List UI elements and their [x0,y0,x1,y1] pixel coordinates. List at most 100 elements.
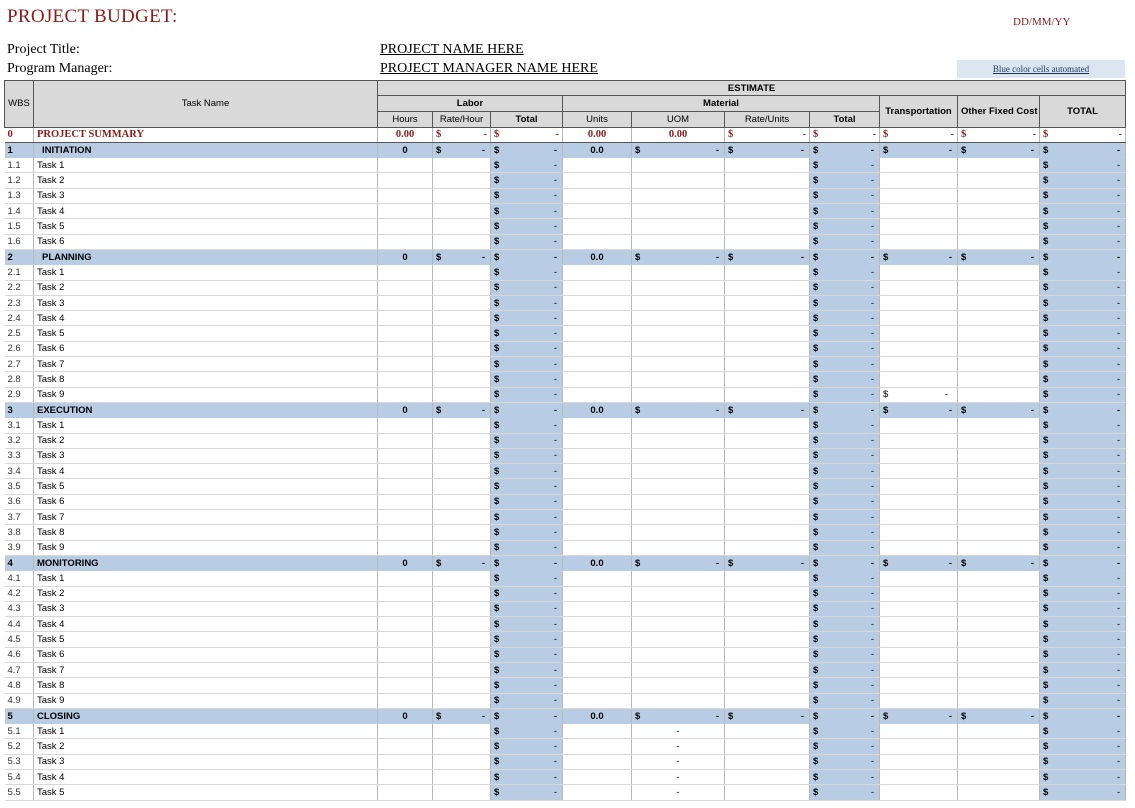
task-other-fixed[interactable] [957,693,1040,709]
task-name[interactable]: Task 8 [33,677,378,694]
task-units[interactable] [562,693,632,709]
task-uom[interactable]: - [631,769,725,786]
task-uom[interactable] [631,157,725,174]
task-rate-hour[interactable] [432,417,491,434]
task-hours[interactable] [377,203,433,220]
task-other-fixed[interactable] [957,295,1040,312]
task-rate-hour[interactable] [432,586,491,602]
task-hours[interactable] [377,188,433,205]
task-transportation[interactable] [879,784,958,801]
task-hours[interactable] [377,218,433,235]
task-units[interactable] [562,463,632,480]
task-rate-units[interactable] [724,203,810,220]
task-other-fixed[interactable] [957,540,1040,556]
task-rate-hour[interactable] [432,693,491,709]
task-transportation[interactable] [879,463,958,480]
task-hours[interactable] [377,371,433,388]
task-name[interactable]: Task 4 [33,310,378,327]
task-rate-units[interactable] [724,417,810,434]
task-units[interactable] [562,677,632,694]
task-rate-units[interactable] [724,509,810,526]
task-units[interactable] [562,172,632,189]
task-units[interactable] [562,157,632,174]
task-name[interactable]: Task 9 [33,387,378,403]
task-uom[interactable] [631,463,725,480]
task-transportation[interactable] [879,188,958,205]
task-name[interactable]: Task 1 [33,417,378,434]
task-hours[interactable] [377,784,433,801]
task-rate-hour[interactable] [432,264,491,281]
task-other-fixed[interactable] [957,172,1040,189]
task-name[interactable]: Task 4 [33,463,378,480]
task-hours[interactable] [377,157,433,174]
task-name[interactable]: Task 4 [33,203,378,220]
task-uom[interactable] [631,203,725,220]
task-transportation[interactable] [879,157,958,174]
task-name[interactable]: Task 1 [33,264,378,281]
task-rate-units[interactable] [724,616,810,633]
task-hours[interactable] [377,172,433,189]
task-hours[interactable] [377,662,433,679]
task-hours[interactable] [377,325,433,342]
task-other-fixed[interactable] [957,188,1040,205]
task-uom[interactable] [631,647,725,663]
task-uom[interactable] [631,677,725,694]
task-rate-hour[interactable] [432,433,491,449]
task-transportation[interactable] [879,570,958,587]
task-uom[interactable] [631,341,725,358]
task-rate-hour[interactable] [432,387,491,403]
task-units[interactable] [562,188,632,205]
task-units[interactable] [562,295,632,312]
task-other-fixed[interactable] [957,310,1040,327]
task-transportation[interactable] [879,417,958,434]
task-other-fixed[interactable] [957,524,1040,541]
task-hours[interactable] [377,570,433,587]
task-transportation[interactable] [879,586,958,602]
task-units[interactable] [562,524,632,541]
task-hours[interactable] [377,295,433,312]
task-name[interactable]: Task 5 [33,631,378,648]
task-other-fixed[interactable] [957,662,1040,679]
task-other-fixed[interactable] [957,371,1040,388]
task-transportation[interactable] [879,218,958,235]
task-rate-hour[interactable] [432,769,491,786]
task-transportation[interactable] [879,433,958,449]
task-units[interactable] [562,325,632,342]
task-rate-hour[interactable] [432,631,491,648]
task-rate-units[interactable] [724,570,810,587]
task-uom[interactable] [631,601,725,618]
task-uom[interactable] [631,387,725,403]
task-units[interactable] [562,218,632,235]
task-name[interactable]: Task 1 [33,723,378,740]
task-uom[interactable] [631,662,725,679]
task-transportation[interactable] [879,264,958,281]
task-transportation[interactable] [879,723,958,740]
task-transportation[interactable] [879,371,958,388]
task-rate-units[interactable] [724,172,810,189]
task-hours[interactable] [377,631,433,648]
task-transportation[interactable]: $ - [879,387,958,403]
task-transportation[interactable] [879,295,958,312]
task-rate-hour[interactable] [432,188,491,205]
task-name[interactable]: Task 5 [33,325,378,342]
task-uom[interactable] [631,172,725,189]
task-rate-units[interactable] [724,188,810,205]
task-uom[interactable] [631,417,725,434]
task-transportation[interactable] [879,478,958,495]
task-rate-hour[interactable] [432,677,491,694]
task-uom[interactable]: - [631,723,725,740]
task-uom[interactable]: - [631,754,725,771]
task-other-fixed[interactable] [957,218,1040,235]
task-transportation[interactable] [879,662,958,679]
task-name[interactable]: Task 3 [33,448,378,465]
task-rate-hour[interactable] [432,295,491,312]
task-name[interactable]: Task 1 [33,157,378,174]
task-units[interactable] [562,616,632,633]
task-rate-units[interactable] [724,494,810,511]
task-rate-units[interactable] [724,478,810,495]
task-units[interactable] [562,478,632,495]
task-units[interactable] [562,570,632,587]
task-uom[interactable] [631,478,725,495]
task-hours[interactable] [377,478,433,495]
task-rate-units[interactable] [724,769,810,786]
